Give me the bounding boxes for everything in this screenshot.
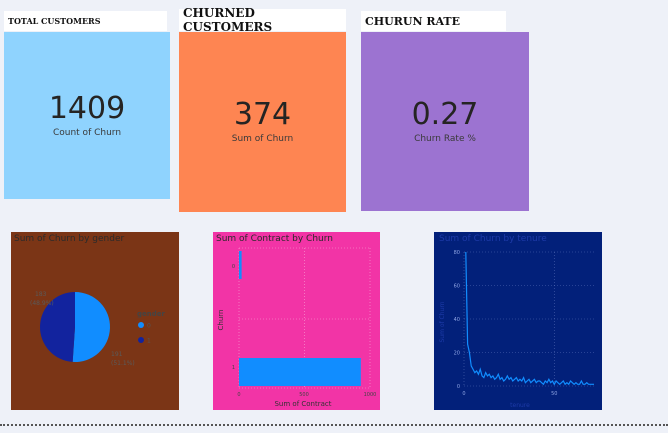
gender-pie-chart: 183 (48.9%) 191 (51.1%) gender 0 1 xyxy=(30,291,166,367)
page-bottom-divider xyxy=(0,424,668,426)
line-ytick-3: 20 xyxy=(454,351,460,357)
gender-legend-marker-1 xyxy=(138,337,144,343)
total-customers-value: 1409 xyxy=(48,90,126,126)
line-ytick-4: 0 xyxy=(457,384,460,390)
pie-label-1-count: 191 xyxy=(111,351,123,358)
pie-label-1-pct: (51.1%) xyxy=(111,360,135,367)
bar-xtick-1: 500 xyxy=(299,392,309,398)
line-xtick-1: 50 xyxy=(551,391,557,397)
tenure-line-chart: 80 60 40 20 00 50 tenure Sum of Churn xyxy=(439,250,594,409)
gender-pie-panel[interactable]: Sum of Churn by gender 183 (48.9%) 191 (… xyxy=(11,232,179,410)
total-customers-label: Count of Churn xyxy=(52,127,122,138)
bar-xaxis-label: Sum of Contract xyxy=(274,400,331,408)
line-yaxis-label: Sum of Churn xyxy=(439,301,446,342)
gender-legend-item-1[interactable]: 1 xyxy=(147,338,151,345)
bar-churn-1[interactable] xyxy=(239,251,242,279)
bar-ytick-0: 1 xyxy=(232,365,235,371)
churned-customers-card[interactable]: 374 Sum of Churn xyxy=(179,32,346,212)
line-xtick-0: 0 xyxy=(462,391,465,397)
bar-xtick-2: 1000 xyxy=(364,392,377,398)
bar-xtick-0: 0 xyxy=(237,392,240,398)
bar-churn-0[interactable] xyxy=(239,358,361,386)
contract-bar-chart: 1 0 0 500 1000 Sum of Contract Churn xyxy=(217,247,377,408)
churn-rate-label: Churn Rate % xyxy=(414,133,476,144)
bar-ytick-1: 0 xyxy=(232,264,235,270)
gender-legend-marker-0 xyxy=(138,322,144,328)
line-ytick-2: 40 xyxy=(454,317,460,323)
pie-label-0-count: 183 xyxy=(35,291,47,298)
churn-rate-title: CHURUN RATE xyxy=(361,11,506,31)
line-xaxis-label: tenure xyxy=(510,402,530,409)
churned-customers-title: CHURNED CUSTOMERS xyxy=(179,6,346,34)
gender-legend-title: gender xyxy=(137,310,166,318)
churn-rate-value: 0.27 xyxy=(411,96,479,132)
churned-customers-label: Sum of Churn xyxy=(231,134,294,144)
line-ytick-1: 60 xyxy=(454,284,460,290)
tenure-line-panel[interactable]: Sum of Churn by tenure 80 60 40 20 0 0 50 tenu… xyxy=(434,232,602,410)
churned-customers-value: 374 xyxy=(233,97,292,132)
churn-rate-card[interactable]: 0.27 Churn Rate % xyxy=(361,32,529,211)
contract-bar-panel[interactable]: Sum of Contract by Churn 1 0 0 500 1000 … xyxy=(213,232,380,410)
total-customers-title: TOTAL CUSTOMERS xyxy=(4,11,167,31)
gender-legend-item-0[interactable]: 0 xyxy=(147,323,151,330)
pie-label-0-pct: (48.9%) xyxy=(30,300,54,307)
bar-yaxis-label: Churn xyxy=(217,310,225,331)
pie-slice-1[interactable] xyxy=(72,292,110,362)
line-ytick-0: 80 xyxy=(454,250,460,256)
tenure-series-line xyxy=(465,251,594,386)
total-customers-card[interactable]: 1409 Count of Churn xyxy=(4,32,170,199)
